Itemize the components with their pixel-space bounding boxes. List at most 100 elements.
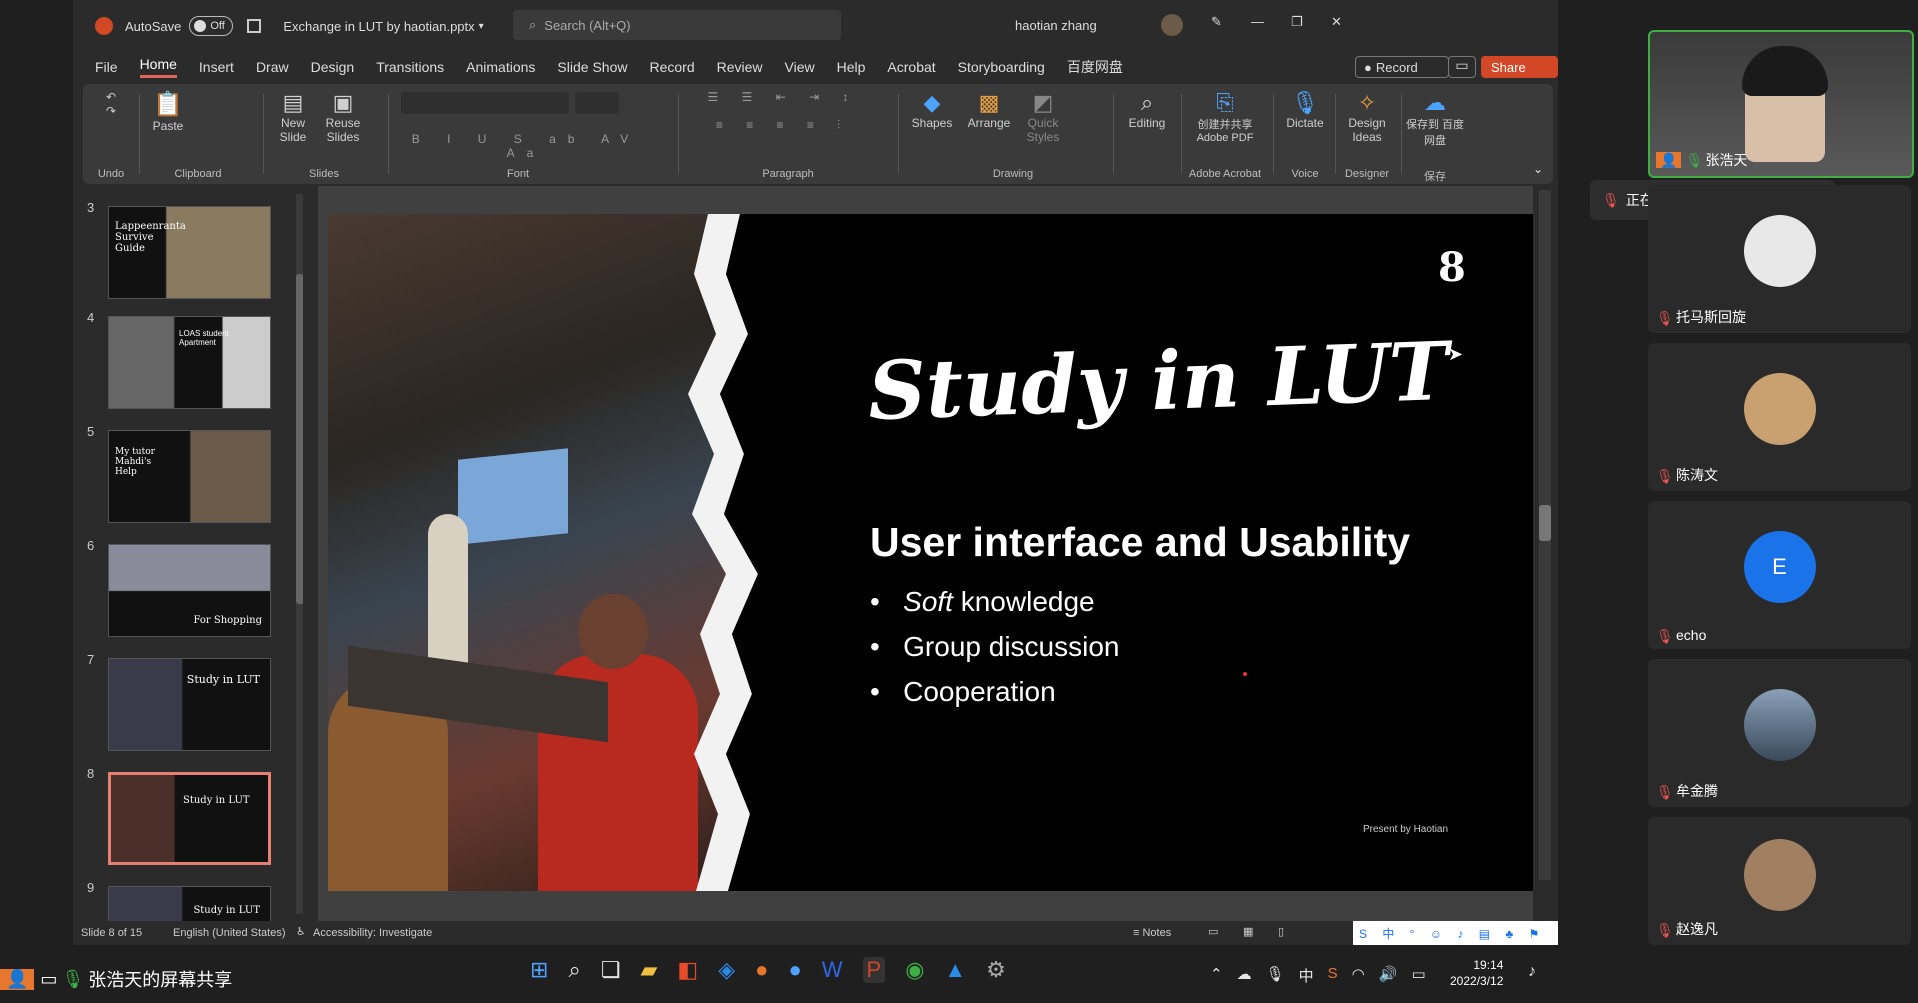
search-icon[interactable]: ⌕ xyxy=(568,957,580,983)
slide-subtitle[interactable]: User interface and Usability xyxy=(870,519,1410,566)
new-slide-button[interactable]: ▤ New Slide xyxy=(269,90,317,144)
screen-share-indicator[interactable]: 👤 ▭ 🎙 张浩天的屏幕共享 xyxy=(0,965,232,993)
menu-storyboarding[interactable]: Storyboarding xyxy=(958,59,1045,75)
active-speaker-tile[interactable]: 👤 🎙 张浩天 xyxy=(1648,30,1914,178)
design-ideas-button[interactable]: ✧ Design Ideas xyxy=(1337,90,1397,144)
collapse-ribbon-icon[interactable]: ⌄ xyxy=(1533,162,1543,176)
normal-view-icon[interactable]: ▭ xyxy=(1208,925,1218,938)
ime-toolbar[interactable]: S 中 ° ☺ ♪ ▤ ♣ ⚑ ▦ xyxy=(1353,921,1563,956)
wechat-icon[interactable]: ◉ xyxy=(905,957,924,983)
autosave-toggle[interactable]: Off xyxy=(189,16,234,36)
user-avatar[interactable] xyxy=(1161,14,1183,36)
sogou-icon[interactable]: S xyxy=(1328,965,1338,986)
paste-button[interactable]: 📋 Paste xyxy=(143,90,193,133)
restore-icon[interactable]: ❐ xyxy=(1291,14,1303,30)
participant-tile[interactable]: 🎙 陈涛文 xyxy=(1648,343,1911,491)
powerpoint-icon[interactable]: P xyxy=(862,957,886,983)
chevron-up-icon[interactable]: ⌃ xyxy=(1210,965,1223,986)
comments-button[interactable]: ▭ xyxy=(1448,56,1476,78)
scrollbar-thumb[interactable] xyxy=(296,274,303,604)
thumbnail-scrollbar[interactable] xyxy=(296,194,303,914)
menu-baidu[interactable]: 百度网盘 xyxy=(1067,57,1123,77)
shapes-button[interactable]: ◆ Shapes xyxy=(905,90,959,130)
menu-insert[interactable]: Insert xyxy=(199,59,234,75)
slide-thumbnail-8-selected[interactable]: Study in LUT xyxy=(108,772,271,865)
font-size-box[interactable] xyxy=(575,92,619,114)
document-title[interactable]: Exchange in LUT by haotian.pptx xyxy=(283,19,474,34)
record-button[interactable]: ● Record xyxy=(1355,56,1449,78)
slide-thumbnail-5[interactable]: My tutor Mahdi's Help xyxy=(108,430,271,523)
arrange-button[interactable]: ▩ Arrange xyxy=(961,90,1017,130)
wifi-icon[interactable]: ◠ xyxy=(1352,965,1365,986)
slide-sorter-icon[interactable]: ▦ xyxy=(1243,925,1253,938)
participant-tile[interactable]: 🎙 托马斯回旋 xyxy=(1648,185,1911,333)
menu-animations[interactable]: Animations xyxy=(466,59,535,75)
ime-icon[interactable]: 中 xyxy=(1299,965,1314,986)
word-icon[interactable]: W xyxy=(822,957,843,983)
undo-icon[interactable]: ↶ ↷ xyxy=(91,90,131,118)
windows-start-icon[interactable]: ⊞ xyxy=(530,957,548,983)
editing-button[interactable]: ⌕ Editing xyxy=(1119,90,1175,130)
file-explorer-icon[interactable]: ▰ xyxy=(641,957,658,983)
font-format-buttons[interactable]: B I U S ab AV Aa xyxy=(401,132,651,160)
menu-design[interactable]: Design xyxy=(311,59,355,75)
menu-transitions[interactable]: Transitions xyxy=(376,59,444,75)
slide-thumbnail-4[interactable]: LOAS student Apartment xyxy=(108,316,271,409)
save-icon[interactable] xyxy=(247,19,262,33)
font-name-box[interactable] xyxy=(401,92,569,114)
cloud-icon[interactable]: ☁ xyxy=(1237,965,1252,986)
menu-home[interactable]: Home xyxy=(139,56,177,78)
battery-icon[interactable]: ▭ xyxy=(1411,965,1425,986)
share-button[interactable]: Share xyxy=(1481,56,1558,78)
browser-icon[interactable]: ● xyxy=(788,957,801,983)
slide-thumbnail-9[interactable]: Study in LUT xyxy=(108,886,271,921)
paragraph-buttons[interactable]: ☰ ☰ ⇤ ⇥ ↕ ≡ ≡ ≡ ≡ ⫶ xyxy=(683,90,883,133)
slide-scrollbar[interactable] xyxy=(1539,190,1551,880)
chevron-down-icon[interactable]: ▾ xyxy=(479,21,484,32)
participant-tile[interactable]: 🎙 赵逸凡 xyxy=(1648,817,1911,945)
save-baidu-button[interactable]: ☁ 保存到 百度网盘 xyxy=(1403,90,1467,148)
menu-slide-show[interactable]: Slide Show xyxy=(557,59,627,75)
reading-view-icon[interactable]: ▯ xyxy=(1278,925,1284,938)
notes-button[interactable]: ≡ Notes xyxy=(1133,927,1171,939)
menu-record[interactable]: Record xyxy=(649,59,694,75)
menu-help[interactable]: Help xyxy=(837,59,866,75)
scrollbar-thumb[interactable] xyxy=(1539,505,1551,541)
minimize-icon[interactable]: — xyxy=(1251,14,1264,29)
user-name[interactable]: haotian zhang xyxy=(1015,18,1097,33)
vscode-icon[interactable]: ◈ xyxy=(718,957,735,983)
slide-thumbnail-7[interactable]: Study in LUT xyxy=(108,658,271,751)
notification-icon[interactable]: ♪ xyxy=(1528,963,1536,981)
task-view-icon[interactable]: ❏ xyxy=(601,957,621,983)
menu-file[interactable]: File xyxy=(95,59,118,75)
accessibility-status[interactable]: Accessibility: Investigate xyxy=(313,927,432,939)
dictate-button[interactable]: 🎙 Dictate xyxy=(1277,90,1333,130)
slide-thumbnail-6[interactable]: For Shopping xyxy=(108,544,271,637)
slide-thumbnail-3[interactable]: Lappeenranta Survive Guide xyxy=(108,206,271,299)
participant-tile[interactable]: E 🎙 echo xyxy=(1648,501,1911,649)
close-icon[interactable]: ✕ xyxy=(1331,14,1342,30)
clock[interactable]: 19:14 2022/3/12 xyxy=(1450,957,1503,989)
meeting-app-icon[interactable]: ▲ xyxy=(944,957,966,983)
menu-view[interactable]: View xyxy=(785,59,815,75)
quick-styles-label: Quick Styles xyxy=(1026,116,1060,144)
search-box[interactable]: ⌕ Search (Alt+Q) xyxy=(513,10,841,40)
current-slide[interactable]: 8 Study in LUT User interface and Usabil… xyxy=(328,214,1533,891)
adobe-pdf-button[interactable]: ⎘ 创建并共享 Adobe PDF xyxy=(1183,90,1267,144)
menu-review[interactable]: Review xyxy=(717,59,763,75)
settings-icon[interactable]: ⚙ xyxy=(986,957,1006,983)
participant-tile[interactable]: 🎙 牟金腾 xyxy=(1648,659,1911,807)
volume-icon[interactable]: 🔊 xyxy=(1379,965,1398,986)
office-icon[interactable]: ◧ xyxy=(677,957,698,983)
menu-acrobat[interactable]: Acrobat xyxy=(887,59,935,75)
participant-name-tag: 🎙 赵逸凡 xyxy=(1656,919,1718,939)
quick-styles-button[interactable]: ◩ Quick Styles xyxy=(1019,90,1067,144)
bullet-list[interactable]: • Soft knowledge • Group discussion • Co… xyxy=(870,579,1119,714)
slide-title[interactable]: Study in LUT xyxy=(867,324,1451,438)
firefox-icon[interactable]: ● xyxy=(755,957,768,983)
menu-draw[interactable]: Draw xyxy=(256,59,289,75)
pen-icon[interactable]: ✎ xyxy=(1211,14,1222,30)
reuse-slides-button[interactable]: ▣ Reuse Slides xyxy=(319,90,367,144)
microphone-icon[interactable]: 🎙 xyxy=(1266,965,1285,986)
language-status[interactable]: English (United States) xyxy=(173,927,286,939)
